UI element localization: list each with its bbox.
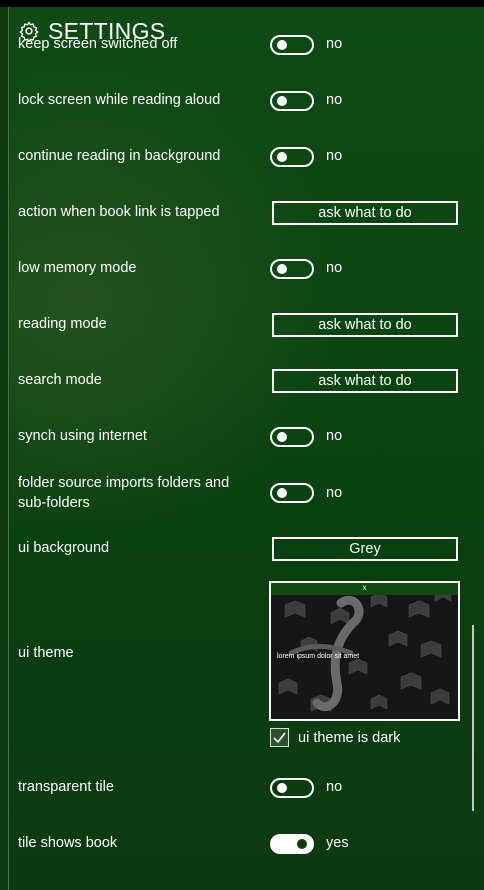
toggle-knob bbox=[297, 839, 307, 849]
toggle-tile-shows-book[interactable] bbox=[270, 834, 314, 854]
setting-label: ui theme bbox=[18, 645, 74, 661]
toggle-state: no bbox=[326, 36, 343, 52]
toggle-state: no bbox=[326, 779, 343, 795]
toggle-state: no bbox=[326, 485, 343, 501]
toggle-state: no bbox=[326, 92, 343, 108]
toggle-folder-source-imports[interactable] bbox=[270, 483, 314, 503]
setting-label: folder source imports folders and sub-fo… bbox=[18, 475, 230, 511]
dropdown-search-mode[interactable]: ask what to do bbox=[272, 369, 458, 393]
setting-lock-screen-while-reading-aloud: lock screen while reading aloud no bbox=[0, 90, 484, 114]
toggle-knob bbox=[277, 152, 287, 162]
setting-transparent-tile: transparent tile no bbox=[0, 777, 484, 801]
theme-preview-close-icon: x bbox=[362, 583, 367, 592]
setting-action-when-book-link-is-tapped: action when book link is tapped ask what… bbox=[0, 201, 484, 225]
toggle-keep-screen-switched-off[interactable] bbox=[270, 35, 314, 55]
checkmark-icon bbox=[273, 732, 286, 744]
toggle-lock-screen-while-reading-aloud[interactable] bbox=[270, 91, 314, 111]
setting-label: tile shows book bbox=[18, 835, 118, 851]
setting-label: lock screen while reading aloud bbox=[18, 92, 221, 108]
setting-label: transparent tile bbox=[18, 779, 114, 795]
toggle-knob bbox=[277, 264, 287, 274]
setting-label: synch using internet bbox=[18, 428, 147, 444]
setting-ui-background: ui background Grey bbox=[0, 537, 484, 561]
theme-preview-artwork bbox=[271, 583, 458, 719]
setting-continue-reading-in-background: continue reading in background no bbox=[0, 146, 484, 170]
dropdown-ui-background[interactable]: Grey bbox=[272, 537, 458, 561]
dropdown-action-when-book-link-is-tapped[interactable]: ask what to do bbox=[272, 201, 458, 225]
ui-theme-dark-checkbox[interactable] bbox=[270, 728, 289, 747]
toggle-knob bbox=[277, 432, 287, 442]
setting-label: ui background bbox=[18, 540, 110, 556]
setting-low-memory-mode: low memory mode no bbox=[0, 258, 484, 282]
ui-theme-preview[interactable]: x lorem ipsum dolor sit amet bbox=[269, 581, 460, 721]
setting-folder-source-imports: folder source imports folders and sub-fo… bbox=[0, 473, 484, 513]
page-header: SETTINGS bbox=[18, 14, 165, 48]
toggle-continue-reading-in-background[interactable] bbox=[270, 147, 314, 167]
setting-label: low memory mode bbox=[18, 260, 137, 276]
setting-label: search mode bbox=[18, 372, 102, 388]
toggle-knob bbox=[277, 783, 287, 793]
toggle-knob bbox=[277, 96, 287, 106]
theme-preview-sample-text: lorem ipsum dolor sit amet bbox=[277, 653, 360, 660]
scrollbar-thumb[interactable] bbox=[472, 625, 474, 811]
gear-icon bbox=[19, 21, 39, 42]
toggle-state: no bbox=[326, 260, 343, 276]
toggle-low-memory-mode[interactable] bbox=[270, 259, 314, 279]
page-title: SETTINGS bbox=[48, 17, 166, 44]
setting-reading-mode: reading mode ask what to do bbox=[0, 313, 484, 337]
setting-synch-using-internet: synch using internet no bbox=[0, 426, 484, 450]
settings-screen: keep screen switched off no lock screen … bbox=[0, 0, 484, 890]
dropdown-reading-mode[interactable]: ask what to do bbox=[272, 313, 458, 337]
toggle-knob bbox=[277, 40, 287, 50]
ui-theme-dark-label: ui theme is dark bbox=[298, 730, 401, 746]
toggle-synch-using-internet[interactable] bbox=[270, 427, 314, 447]
toggle-state: yes bbox=[326, 835, 349, 851]
toggle-state: no bbox=[326, 148, 343, 164]
toggle-state: no bbox=[326, 428, 343, 444]
setting-label: action when book link is tapped bbox=[18, 204, 220, 220]
setting-search-mode: search mode ask what to do bbox=[0, 369, 484, 393]
settings-list[interactable]: keep screen switched off no lock screen … bbox=[0, 0, 484, 890]
setting-tile-shows-book: tile shows book yes bbox=[0, 833, 484, 857]
setting-label: reading mode bbox=[18, 316, 107, 332]
setting-label: continue reading in background bbox=[18, 148, 221, 164]
toggle-transparent-tile[interactable] bbox=[270, 778, 314, 798]
toggle-knob bbox=[277, 488, 287, 498]
